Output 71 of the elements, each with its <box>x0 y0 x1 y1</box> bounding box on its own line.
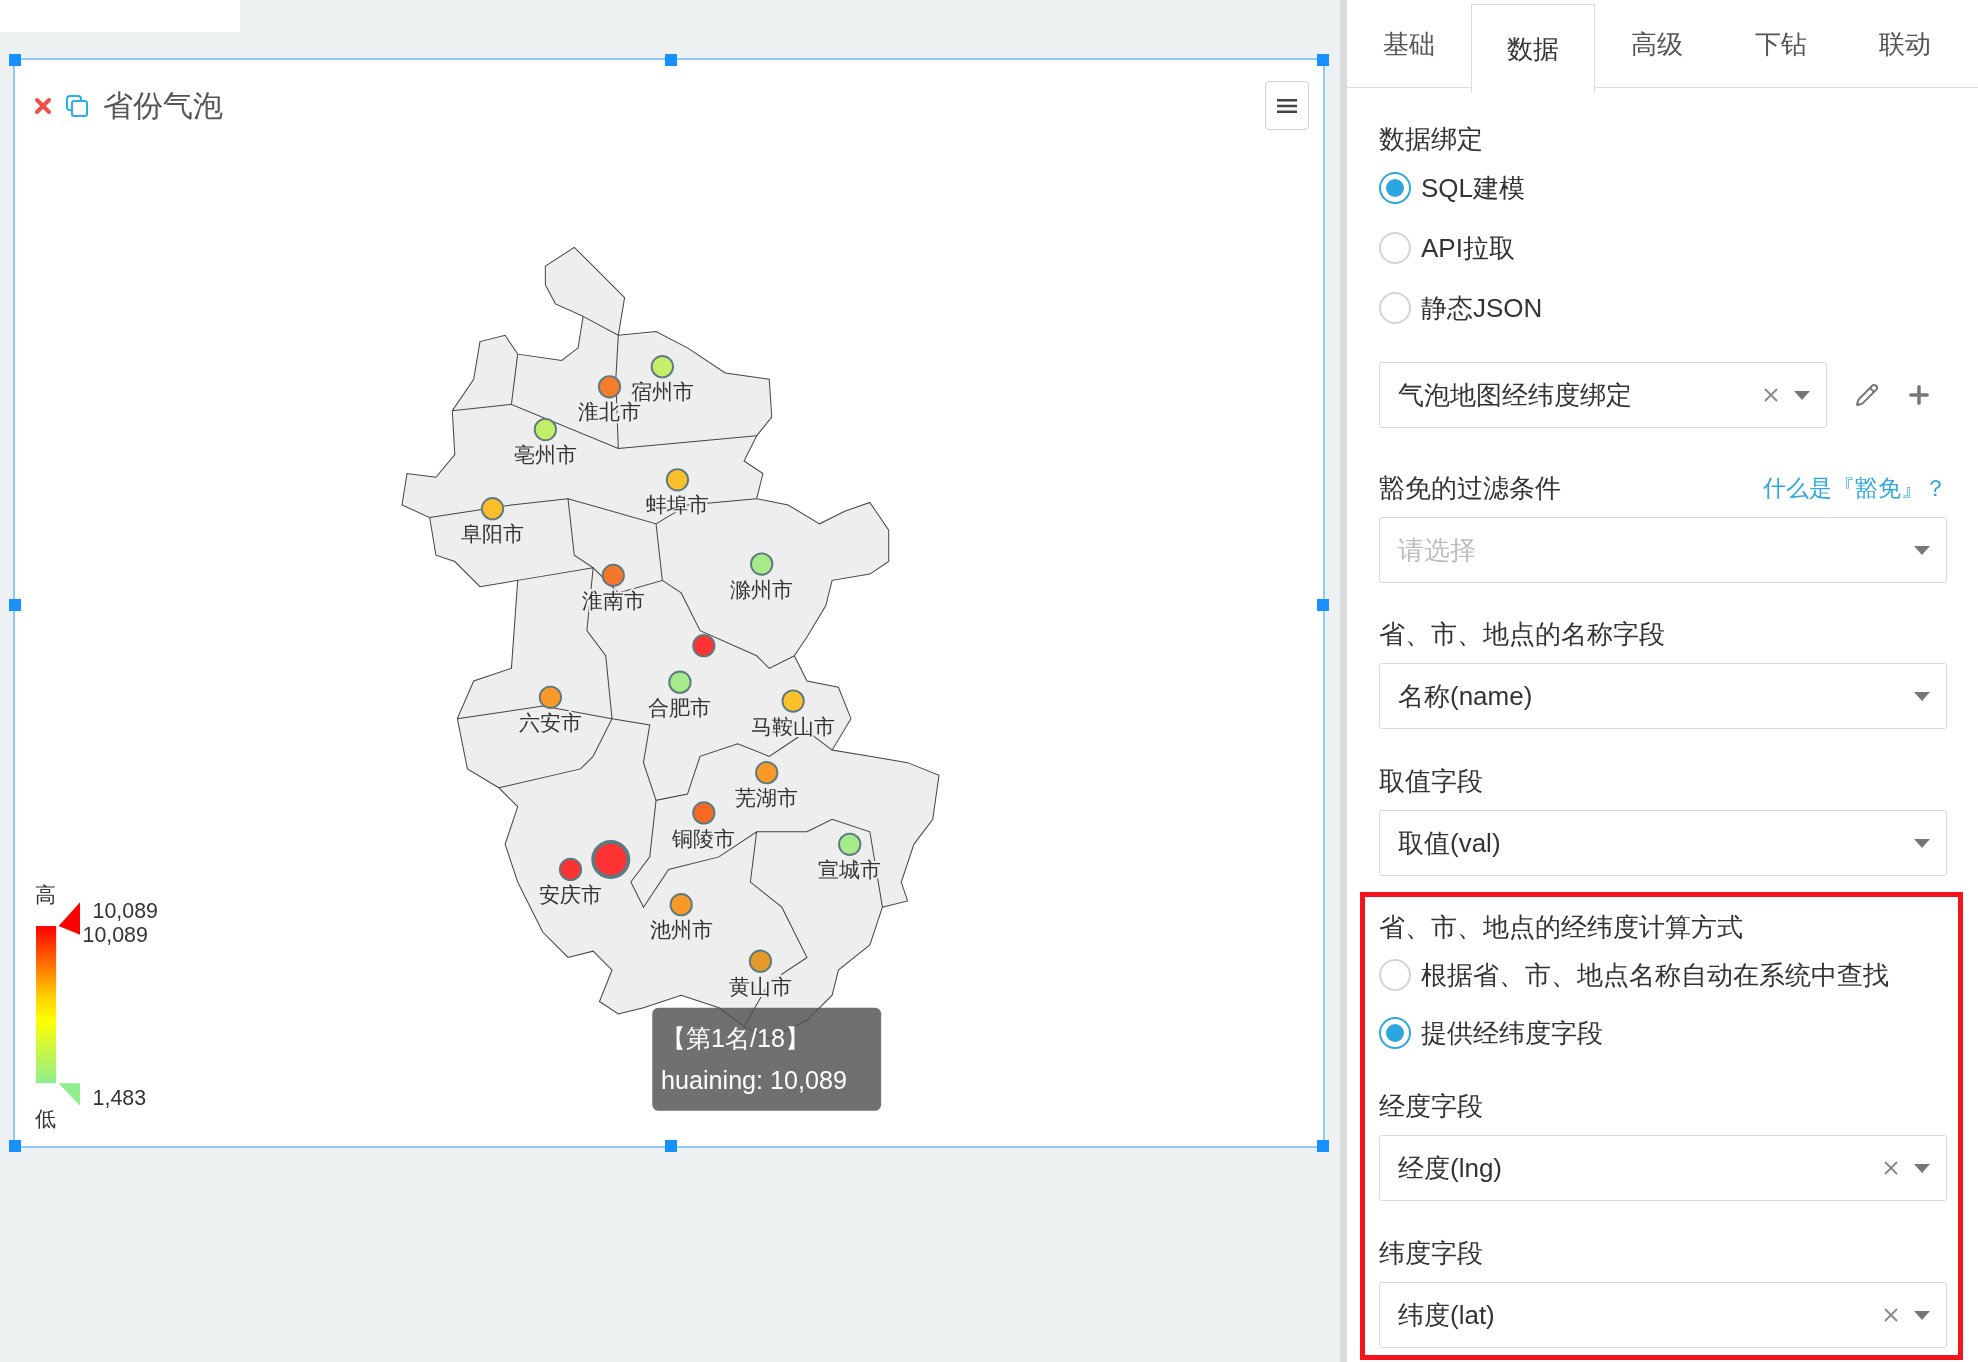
edit-icon[interactable] <box>1855 383 1879 407</box>
field-label: 省、市、地点的名称字段 <box>1379 617 1666 651</box>
caret-icon <box>1914 838 1930 848</box>
select-field[interactable]: 经度(lng) <box>1379 1135 1947 1201</box>
radio-button[interactable] <box>1379 172 1411 204</box>
city-label: 池州市 <box>649 918 713 943</box>
radio-label: 提供经纬度字段 <box>1421 1016 1603 1050</box>
resize-handle[interactable] <box>665 54 677 66</box>
tab[interactable]: 高级 <box>1595 0 1719 88</box>
select-value: 气泡地图经纬度绑定 <box>1398 378 1633 412</box>
resize-handle[interactable] <box>9 1140 21 1152</box>
resize-handle[interactable] <box>9 599 21 611</box>
city-label: 六安市 <box>518 710 582 735</box>
resize-handle[interactable] <box>1317 599 1329 611</box>
radio-label: 根据省、市、地点名称自动在系统中查找 <box>1421 958 1889 992</box>
radio-label: SQL建模 <box>1421 171 1526 205</box>
city-label: 淮南市 <box>581 589 645 614</box>
city-label: 亳州市 <box>513 443 577 468</box>
city-label: 阜阳市 <box>461 522 525 547</box>
caret-icon <box>1914 545 1930 555</box>
tab[interactable]: 下钻 <box>1719 0 1843 88</box>
select-value: 请选择 <box>1398 533 1477 567</box>
legend-min-value: 1,483 <box>92 1085 147 1110</box>
resize-handle[interactable] <box>1317 54 1329 66</box>
tab[interactable]: 基础 <box>1347 0 1471 88</box>
select-field[interactable]: 取值(val) <box>1379 810 1947 876</box>
legend-low-label: 低 <box>34 1106 56 1131</box>
select-value: 纬度(lat) <box>1398 1298 1496 1332</box>
select-value: 取值(val) <box>1398 826 1502 860</box>
caret-icon <box>1914 691 1930 701</box>
legend-max-value: 10,089 <box>92 899 158 924</box>
select-value: 名称(name) <box>1398 679 1534 713</box>
city-label: 合肥市 <box>648 695 712 720</box>
legend-high-label: 高 <box>34 883 56 908</box>
caret-icon <box>1914 1310 1930 1320</box>
city-label: 滁州市 <box>730 577 794 602</box>
legend-handle-value: 10,089 <box>82 923 148 948</box>
menu-button[interactable] <box>1265 81 1309 130</box>
field-label: 纬度字段 <box>1379 1236 1484 1270</box>
menu-icon <box>1277 97 1297 114</box>
radio-label: 静态JSON <box>1421 291 1543 325</box>
resize-handle[interactable] <box>665 1140 677 1152</box>
resize-handle[interactable] <box>9 54 21 66</box>
copy-icon[interactable] <box>65 93 89 118</box>
select-field[interactable]: 纬度(lat) <box>1379 1282 1947 1348</box>
radio-button[interactable] <box>1379 959 1411 991</box>
radio-button[interactable] <box>1379 1017 1411 1049</box>
radio-button[interactable] <box>1379 232 1411 264</box>
tooltip-rank: 【第1名/18】 <box>661 1023 811 1052</box>
caret-icon <box>1914 1163 1930 1173</box>
widget-title: 省份气泡 <box>103 88 223 124</box>
field-label: 经度字段 <box>1379 1089 1484 1123</box>
select-field[interactable]: 名称(name) <box>1379 663 1947 729</box>
resize-handle[interactable] <box>1317 1140 1329 1152</box>
field-label: 省、市、地点的经纬度计算方式 <box>1379 910 1744 944</box>
city-label: 铜陵市 <box>672 826 736 851</box>
select-value: 经度(lng) <box>1398 1151 1503 1185</box>
city-label: 马鞍山市 <box>751 714 836 739</box>
city-label: 宣城市 <box>818 858 882 882</box>
tab[interactable]: 数据 <box>1471 4 1595 93</box>
radio-button[interactable] <box>1379 292 1411 324</box>
caret-icon <box>1794 390 1810 400</box>
city-label: 芜湖市 <box>735 786 799 811</box>
tooltip-value: huaining: 10,089 <box>661 1066 847 1095</box>
field-label: 数据绑定 <box>1379 122 1484 156</box>
field-label: 豁免的过滤条件 <box>1379 471 1561 505</box>
field-label: 取值字段 <box>1379 764 1484 798</box>
select-field[interactable]: 气泡地图经纬度绑定 <box>1379 362 1827 428</box>
tab[interactable]: 联动 <box>1843 0 1967 88</box>
radio-label: API拉取 <box>1421 231 1515 265</box>
city-label: 安庆市 <box>539 883 603 908</box>
